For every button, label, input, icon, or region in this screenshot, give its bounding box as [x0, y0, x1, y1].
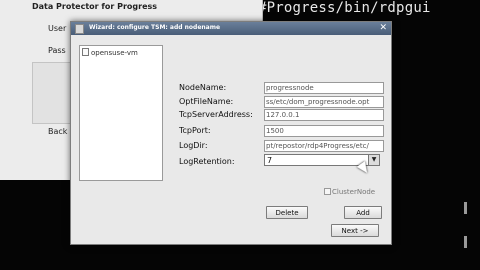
optfilename-field[interactable]: ss/etc/dom_progressnode.opt [264, 96, 384, 108]
clusternode-label: ClusterNode [332, 188, 376, 196]
logdir-field[interactable]: pt/repostor/rdp4Progress/etc/ [264, 140, 384, 152]
clusternode-checkbox[interactable]: ClusterNode [324, 188, 375, 196]
nodename-field[interactable]: progressnode [264, 82, 384, 94]
tcpserveraddress-label: TcpServerAddress: [179, 110, 253, 119]
back-label: Back [48, 127, 68, 136]
document-icon [82, 48, 89, 56]
logretention-value: 7 [267, 156, 273, 165]
chevron-down-icon[interactable]: ▼ [368, 155, 379, 165]
password-label: Pass [48, 46, 66, 55]
logdir-label: LogDir: [179, 141, 208, 150]
wizard-dialog: Wizard: configure TSM: add nodename ✕ op… [70, 21, 392, 245]
text-cursor [464, 236, 467, 248]
logretention-label: LogRetention: [179, 157, 235, 166]
dialog-title: Wizard: configure TSM: add nodename [89, 24, 221, 31]
tcpport-label: TcpPort: [179, 126, 211, 135]
text-cursor [464, 202, 467, 214]
dialog-titlebar[interactable]: Wizard: configure TSM: add nodename ✕ [71, 22, 391, 35]
list-item[interactable]: opensuse-vm [82, 48, 138, 57]
list-item-label: opensuse-vm [91, 49, 138, 57]
background-window-title: Data Protector for Progress [32, 2, 158, 11]
add-button[interactable]: Add [344, 206, 382, 219]
user-label: User [48, 24, 67, 33]
node-list[interactable]: opensuse-vm [79, 45, 163, 181]
tcpserveraddress-field[interactable]: 127.0.0.1 [264, 109, 384, 121]
close-icon[interactable]: ✕ [379, 23, 387, 34]
window-icon [75, 24, 84, 34]
terminal-text: #Progress/bin/rdpgui [258, 0, 431, 16]
delete-button[interactable]: Delete [266, 206, 308, 219]
nodename-label: NodeName: [179, 83, 227, 92]
optfilename-label: OptFileName: [179, 97, 234, 106]
tcpport-field[interactable]: 1500 [264, 125, 384, 137]
next-button[interactable]: Next -> [331, 224, 379, 237]
image-placeholder [32, 62, 74, 124]
checkbox-icon[interactable] [324, 188, 331, 195]
